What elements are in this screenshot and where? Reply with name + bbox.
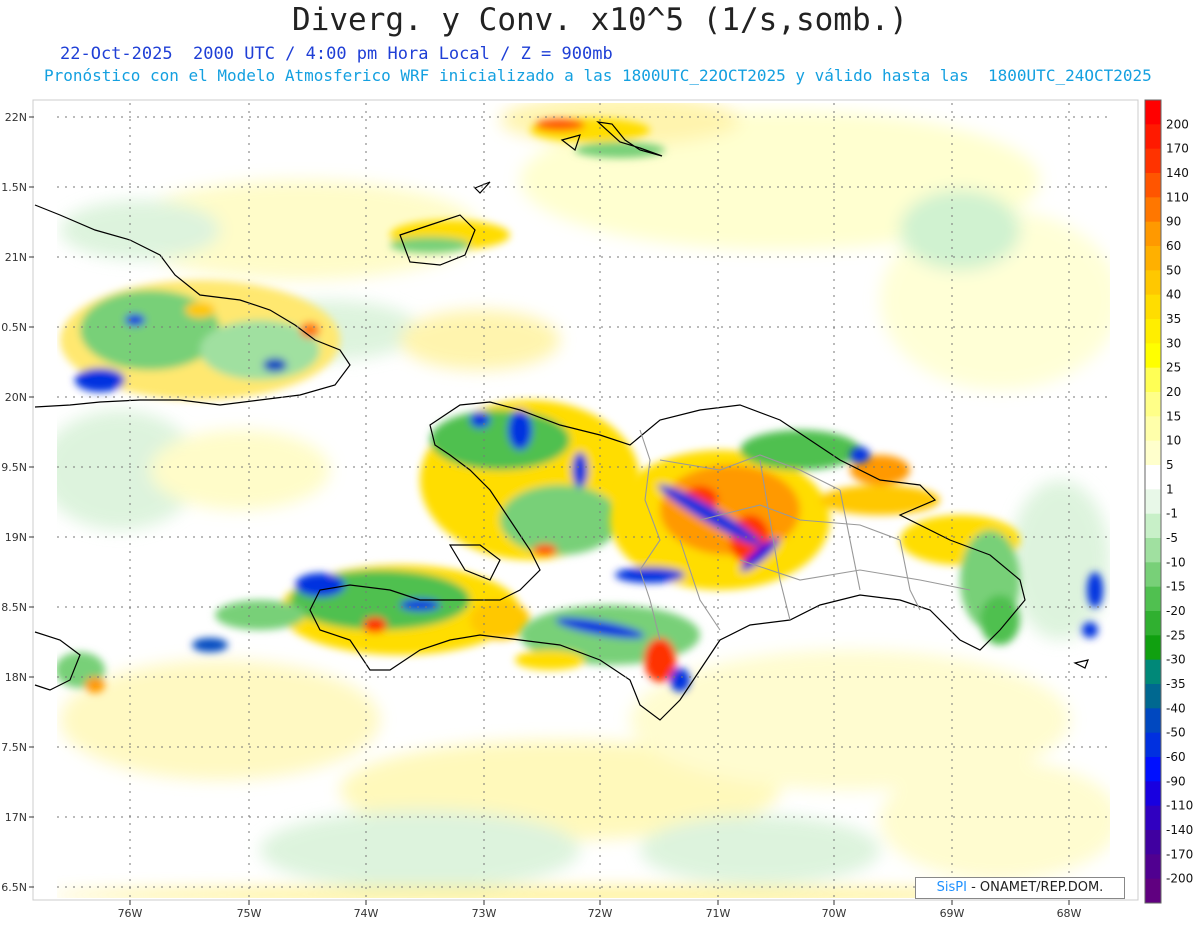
lat-label: 1.5N <box>1 181 27 194</box>
colorbar-label: 60 <box>1166 239 1181 253</box>
colorbar-swatch <box>1145 246 1161 271</box>
colorbar-label: 1 <box>1166 482 1174 496</box>
colorbar-label: 35 <box>1166 312 1181 326</box>
lon-label: 68W <box>1057 907 1082 920</box>
colorbar-swatch <box>1145 221 1161 247</box>
colorbar-label: -60 <box>1166 750 1186 764</box>
colorbar-label: 90 <box>1166 215 1181 229</box>
colorbar-label: -10 <box>1166 555 1186 569</box>
colorbar-swatch <box>1145 830 1161 855</box>
credit-box: SisPI - ONAMET/REP.DOM. <box>915 877 1125 899</box>
colorbar-swatch <box>1145 270 1161 296</box>
colorbar-swatch <box>1145 440 1161 466</box>
colorbar-label: -25 <box>1166 628 1186 642</box>
colorbar-swatch <box>1145 416 1161 442</box>
colorbar-swatch <box>1145 367 1161 393</box>
colorbar-swatch <box>1145 659 1161 685</box>
colorbar-label: -1 <box>1166 507 1178 521</box>
lat-label: 7.5N <box>1 741 27 754</box>
lat-label: 0.5N <box>1 321 27 334</box>
lon-label: 71W <box>706 907 731 920</box>
colorbar-swatch <box>1145 562 1161 588</box>
lon-label: 74W <box>354 907 379 920</box>
lat-label: 21N <box>5 251 27 264</box>
colorbar-label: 10 <box>1166 434 1181 448</box>
field-shading <box>57 103 1110 898</box>
colorbar-swatch <box>1145 465 1161 490</box>
lon-label: 73W <box>472 907 497 920</box>
lon-label: 69W <box>940 907 965 920</box>
colorbar-swatch <box>1145 684 1161 709</box>
colorbar-swatch <box>1145 489 1161 515</box>
lat-label: 20N <box>5 391 27 404</box>
colorbar-label: 20 <box>1166 385 1181 399</box>
colorbar-label: -90 <box>1166 774 1186 788</box>
colorbar-label: -40 <box>1166 701 1186 715</box>
colorbar-swatch <box>1145 854 1161 880</box>
colorbar-label: -30 <box>1166 653 1186 667</box>
colorbar-swatch <box>1145 757 1161 782</box>
colorbar-swatch <box>1145 124 1161 150</box>
sispi-logo: SisPI <box>936 880 967 895</box>
colorbar-label: -20 <box>1166 604 1186 618</box>
lat-label: 19N <box>5 531 27 544</box>
colorbar-label: -110 <box>1166 799 1193 813</box>
lat-label: 22N <box>5 111 27 124</box>
colorbar-swatch <box>1145 197 1161 223</box>
colorbar-label: 5 <box>1166 458 1174 472</box>
colorbar-swatch <box>1145 635 1161 661</box>
lon-label: 70W <box>822 907 847 920</box>
lon-label: 76W <box>118 907 143 920</box>
colorbar-swatch <box>1145 294 1161 320</box>
colorbar-label: 40 <box>1166 288 1181 302</box>
lat-label: 6.5N <box>1 881 27 894</box>
lat-label: 18N <box>5 671 27 684</box>
colorbar-label: 140 <box>1166 166 1189 180</box>
colorbar-swatch <box>1145 732 1161 758</box>
colorbar-swatch <box>1145 805 1161 831</box>
colorbar-label: 25 <box>1166 361 1181 375</box>
colorbar-swatch <box>1145 392 1161 417</box>
colorbar-swatch <box>1145 173 1161 198</box>
colorbar-label: -15 <box>1166 580 1186 594</box>
colorbar-label: -35 <box>1166 677 1186 691</box>
longitude-labels: 76W 75W 74W 73W 72W 71W 70W 69W 68W <box>118 900 1082 920</box>
colorbar-label: 15 <box>1166 409 1181 423</box>
lat-label: 9.5N <box>1 461 27 474</box>
lat-label: 8.5N <box>1 601 27 614</box>
lat-label: 17N <box>5 811 27 824</box>
lon-label: 72W <box>588 907 613 920</box>
credit-text: - ONAMET/REP.DOM. <box>971 880 1104 895</box>
colorbar-swatch <box>1145 611 1161 636</box>
colorbar-label: 50 <box>1166 263 1181 277</box>
latitude-labels: 22N 1.5N 21N 0.5N 20N 9.5N 19N 8.5N 18N … <box>1 111 34 894</box>
colorbar-label: -140 <box>1166 823 1193 837</box>
colorbar-swatch <box>1145 100 1161 125</box>
divergence-map: 22N 1.5N 21N 0.5N 20N 9.5N 19N 8.5N 18N … <box>1 99 1193 920</box>
colorbar-swatch <box>1145 586 1161 612</box>
colorbar-swatch <box>1145 878 1161 904</box>
colorbar-swatch <box>1145 538 1161 563</box>
colorbar-label: 30 <box>1166 336 1181 350</box>
colorbar-label: -170 <box>1166 847 1193 861</box>
colorbar-swatch <box>1145 708 1161 734</box>
colorbar-swatch <box>1145 319 1161 344</box>
colorbar-swatch <box>1145 343 1161 369</box>
colorbar-label: 170 <box>1166 142 1189 156</box>
colorbar-label: 110 <box>1166 190 1189 204</box>
colorbar-label: -200 <box>1166 872 1193 886</box>
colorbar-legend: 200 170 140 110 90 60 50 40 35 30 25 20 15 10 5 1 -1 -5 -1… <box>1144 99 1193 904</box>
colorbar-swatch <box>1145 781 1161 807</box>
colorbar-swatch <box>1145 148 1161 174</box>
colorbar-swatch <box>1145 513 1161 539</box>
colorbar-label: 200 <box>1166 117 1189 131</box>
lon-label: 75W <box>237 907 262 920</box>
colorbar-label: -50 <box>1166 726 1186 740</box>
colorbar-label: -5 <box>1166 531 1178 545</box>
